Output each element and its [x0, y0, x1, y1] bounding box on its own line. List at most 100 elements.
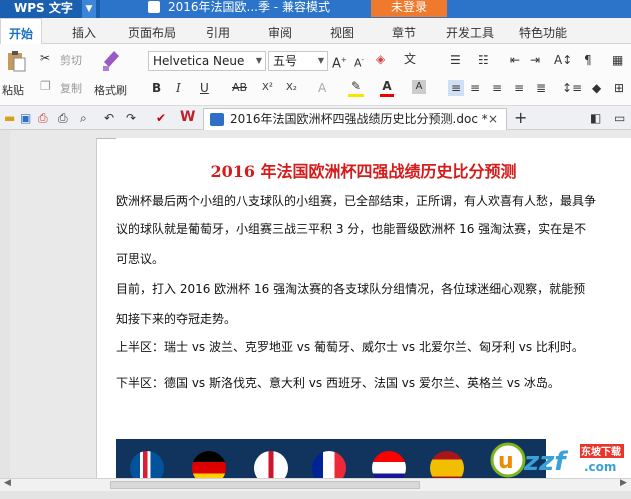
tab-references[interactable]: 引用 — [206, 24, 230, 41]
font-name-select[interactable]: Helvetica Neue ▼ — [148, 51, 266, 71]
clear-format-icon[interactable]: ◈ — [376, 51, 385, 67]
text-effect-icon[interactable]: A — [318, 80, 326, 96]
wps-app-menu-button[interactable]: WPS 文字 ▼ — [0, 0, 100, 18]
window-mode-icon[interactable]: ◧ — [590, 110, 601, 126]
table-icon[interactable]: ▦ — [612, 52, 623, 68]
bullet-list-icon[interactable]: ☰ — [450, 52, 461, 68]
chevron-down-icon[interactable]: ▼ — [82, 0, 96, 18]
highlight-icon[interactable]: ✎ — [348, 78, 364, 97]
font-size-value: 五号 — [273, 54, 298, 68]
paragraph-line-3: 可思议。 — [116, 252, 165, 266]
menu-bar: 开始 插入 页面布局 引用 审阅 视图 章节 开发工具 特色功能 — [0, 18, 631, 44]
font-size-select[interactable]: 五号 ▼ — [268, 51, 328, 71]
tab-developer[interactable]: 开发工具 — [446, 24, 494, 41]
format-painter-button[interactable]: 格式刷 — [94, 82, 127, 98]
print-icon[interactable]: ⎙ — [58, 110, 68, 126]
close-icon[interactable]: × — [488, 109, 498, 129]
site-watermark-logo: u zzf 东坡下载 .com — [488, 438, 628, 482]
tab-features[interactable]: 特色功能 — [519, 24, 567, 41]
paragraph-line-5: 知接下来的夺冠走势。 — [116, 312, 237, 326]
phonetic-icon[interactable]: 文 — [404, 51, 416, 67]
sort-icon[interactable]: A↕ — [554, 52, 572, 68]
subscript-icon[interactable]: X₂ — [286, 80, 297, 96]
tab-document[interactable]: 2016年法国欧洲杯四强战绩历史比分预测.doc * × — [203, 108, 507, 130]
font-color-icon[interactable]: A — [380, 78, 394, 97]
flag-iceland-icon — [130, 451, 164, 478]
title-bar: WPS 文字 ▼ 2016年法国欧...季 - 兼容模式 未登录 — [0, 0, 631, 18]
tab-review[interactable]: 审阅 — [268, 24, 292, 41]
superscript-icon[interactable]: X² — [262, 80, 273, 96]
cut-button[interactable]: 剪切 — [60, 52, 82, 68]
watermark-sub: 东坡下载 — [581, 447, 621, 458]
print-preview-icon[interactable]: ⌕ — [80, 110, 87, 126]
scrollbar-thumb[interactable] — [110, 481, 420, 489]
number-list-icon[interactable]: ☷ — [478, 52, 489, 68]
decrease-indent-icon[interactable]: ⇤ — [510, 52, 520, 68]
paragraph-line-6: 上半区：瑞士 vs 波兰、克罗地亚 vs 葡萄牙、威尔士 vs 北爱尔兰、匈牙利… — [116, 340, 584, 354]
tab-start[interactable]: 开始 — [0, 18, 43, 44]
open-folder-icon[interactable]: ▬ — [4, 110, 15, 126]
tab-doc-name: 2016年法国欧洲杯四强战绩历史比分预测.doc * — [230, 112, 488, 126]
new-tab-button[interactable]: + — [514, 110, 527, 126]
chevron-down-icon: ▼ — [317, 56, 325, 65]
doc-file-icon — [210, 113, 224, 126]
panel-toggle-icon[interactable]: ▭ — [614, 110, 625, 126]
save-icon[interactable]: ▣ — [20, 110, 31, 126]
paste-button[interactable]: 粘贴 — [2, 82, 24, 98]
export-pdf-icon[interactable]: ⎙ — [38, 110, 48, 126]
grow-font-icon[interactable]: A+ — [332, 52, 347, 72]
app-name: WPS 文字 — [14, 1, 73, 15]
font-name-value: Helvetica Neue — [153, 54, 245, 68]
undo-icon[interactable]: ↶ — [104, 110, 114, 126]
align-right-icon[interactable]: ≡ — [492, 80, 502, 96]
underline-icon[interactable]: U — [200, 80, 209, 96]
login-button[interactable]: 未登录 — [371, 0, 447, 17]
paragraph-line-2: 议的球队就是葡萄牙，小组赛三战三平积 3 分，也能晋级欧洲杯 16 强淘汰赛，实… — [116, 222, 587, 236]
show-marks-icon[interactable]: ¶ — [584, 52, 592, 68]
shrink-font-icon[interactable]: A- — [354, 52, 364, 72]
align-center-icon[interactable]: ≡ — [470, 80, 480, 96]
paragraph-line-4: 目前，打入 2016 欧洲杯 16 强淘汰赛的各支球队分组情况，各位球迷细心观察… — [116, 282, 586, 296]
vertical-ruler — [0, 130, 10, 478]
distribute-icon[interactable]: ≣ — [536, 80, 546, 96]
increase-indent-icon[interactable]: ⇥ — [530, 52, 540, 68]
bold-icon[interactable]: B — [152, 80, 161, 96]
paragraph-line-1: 欧洲杯最后两个小组的八支球队的小组赛，已全部结束，正所谓，有人欢喜有人愁，最具争 — [116, 194, 597, 208]
doc-icon — [148, 1, 160, 13]
justify-icon[interactable]: ≡ — [514, 80, 524, 96]
flag-spain-icon — [430, 451, 464, 478]
document-title: 2016 年法国欧洲杯四强战绩历史比分预测 — [210, 162, 517, 181]
chevron-down-icon: ▼ — [255, 56, 263, 65]
paragraph-line-7: 下半区：德国 vs 斯洛伐克、意大利 vs 西班牙、法国 vs 爱尔兰、英格兰 … — [116, 376, 560, 390]
tab-insert[interactable]: 插入 — [72, 24, 96, 41]
char-shading-icon[interactable]: A — [412, 80, 426, 94]
align-left-icon[interactable]: ≡ — [448, 80, 464, 96]
tab-chapter[interactable]: 章节 — [392, 24, 416, 41]
strikethrough-icon[interactable]: AB — [232, 80, 247, 96]
ribbon-toolbar: 粘贴 ✂ 剪切 ❐ 复制 格式刷 Helvetica Neue ▼ 五号 ▼ A… — [0, 44, 631, 106]
flag-germany-icon — [192, 451, 226, 478]
scroll-left-icon[interactable]: ◀ — [4, 478, 11, 488]
format-painter-icon[interactable] — [100, 48, 122, 72]
customize-qat-icon[interactable]: ✔ — [156, 110, 166, 126]
redo-icon[interactable]: ↷ — [126, 110, 136, 126]
status-bar — [0, 491, 631, 499]
copy-icon: ❐ — [40, 79, 51, 93]
copy-button[interactable]: 复制 — [60, 80, 82, 96]
paste-icon[interactable] — [4, 50, 28, 72]
paragraph-shading-icon[interactable]: ◆ — [592, 80, 601, 96]
document-page[interactable] — [96, 138, 631, 478]
margin-mark — [96, 138, 116, 139]
flag-england-icon — [254, 451, 288, 478]
scroll-right-icon[interactable]: ▶ — [620, 478, 627, 488]
tab-view[interactable]: 视图 — [330, 24, 354, 41]
line-spacing-icon[interactable]: ↕≡ — [562, 80, 582, 96]
italic-icon[interactable]: I — [176, 80, 181, 96]
wps-logo-icon[interactable]: W — [180, 109, 195, 125]
tab-page-layout[interactable]: 页面布局 — [128, 24, 176, 41]
horizontal-scrollbar[interactable]: ◀ ▶ — [0, 478, 631, 491]
border-icon[interactable]: ⊞ — [614, 80, 624, 96]
flags-image — [116, 439, 546, 478]
svg-text:u: u — [498, 449, 514, 474]
svg-text:zzf: zzf — [523, 447, 569, 477]
